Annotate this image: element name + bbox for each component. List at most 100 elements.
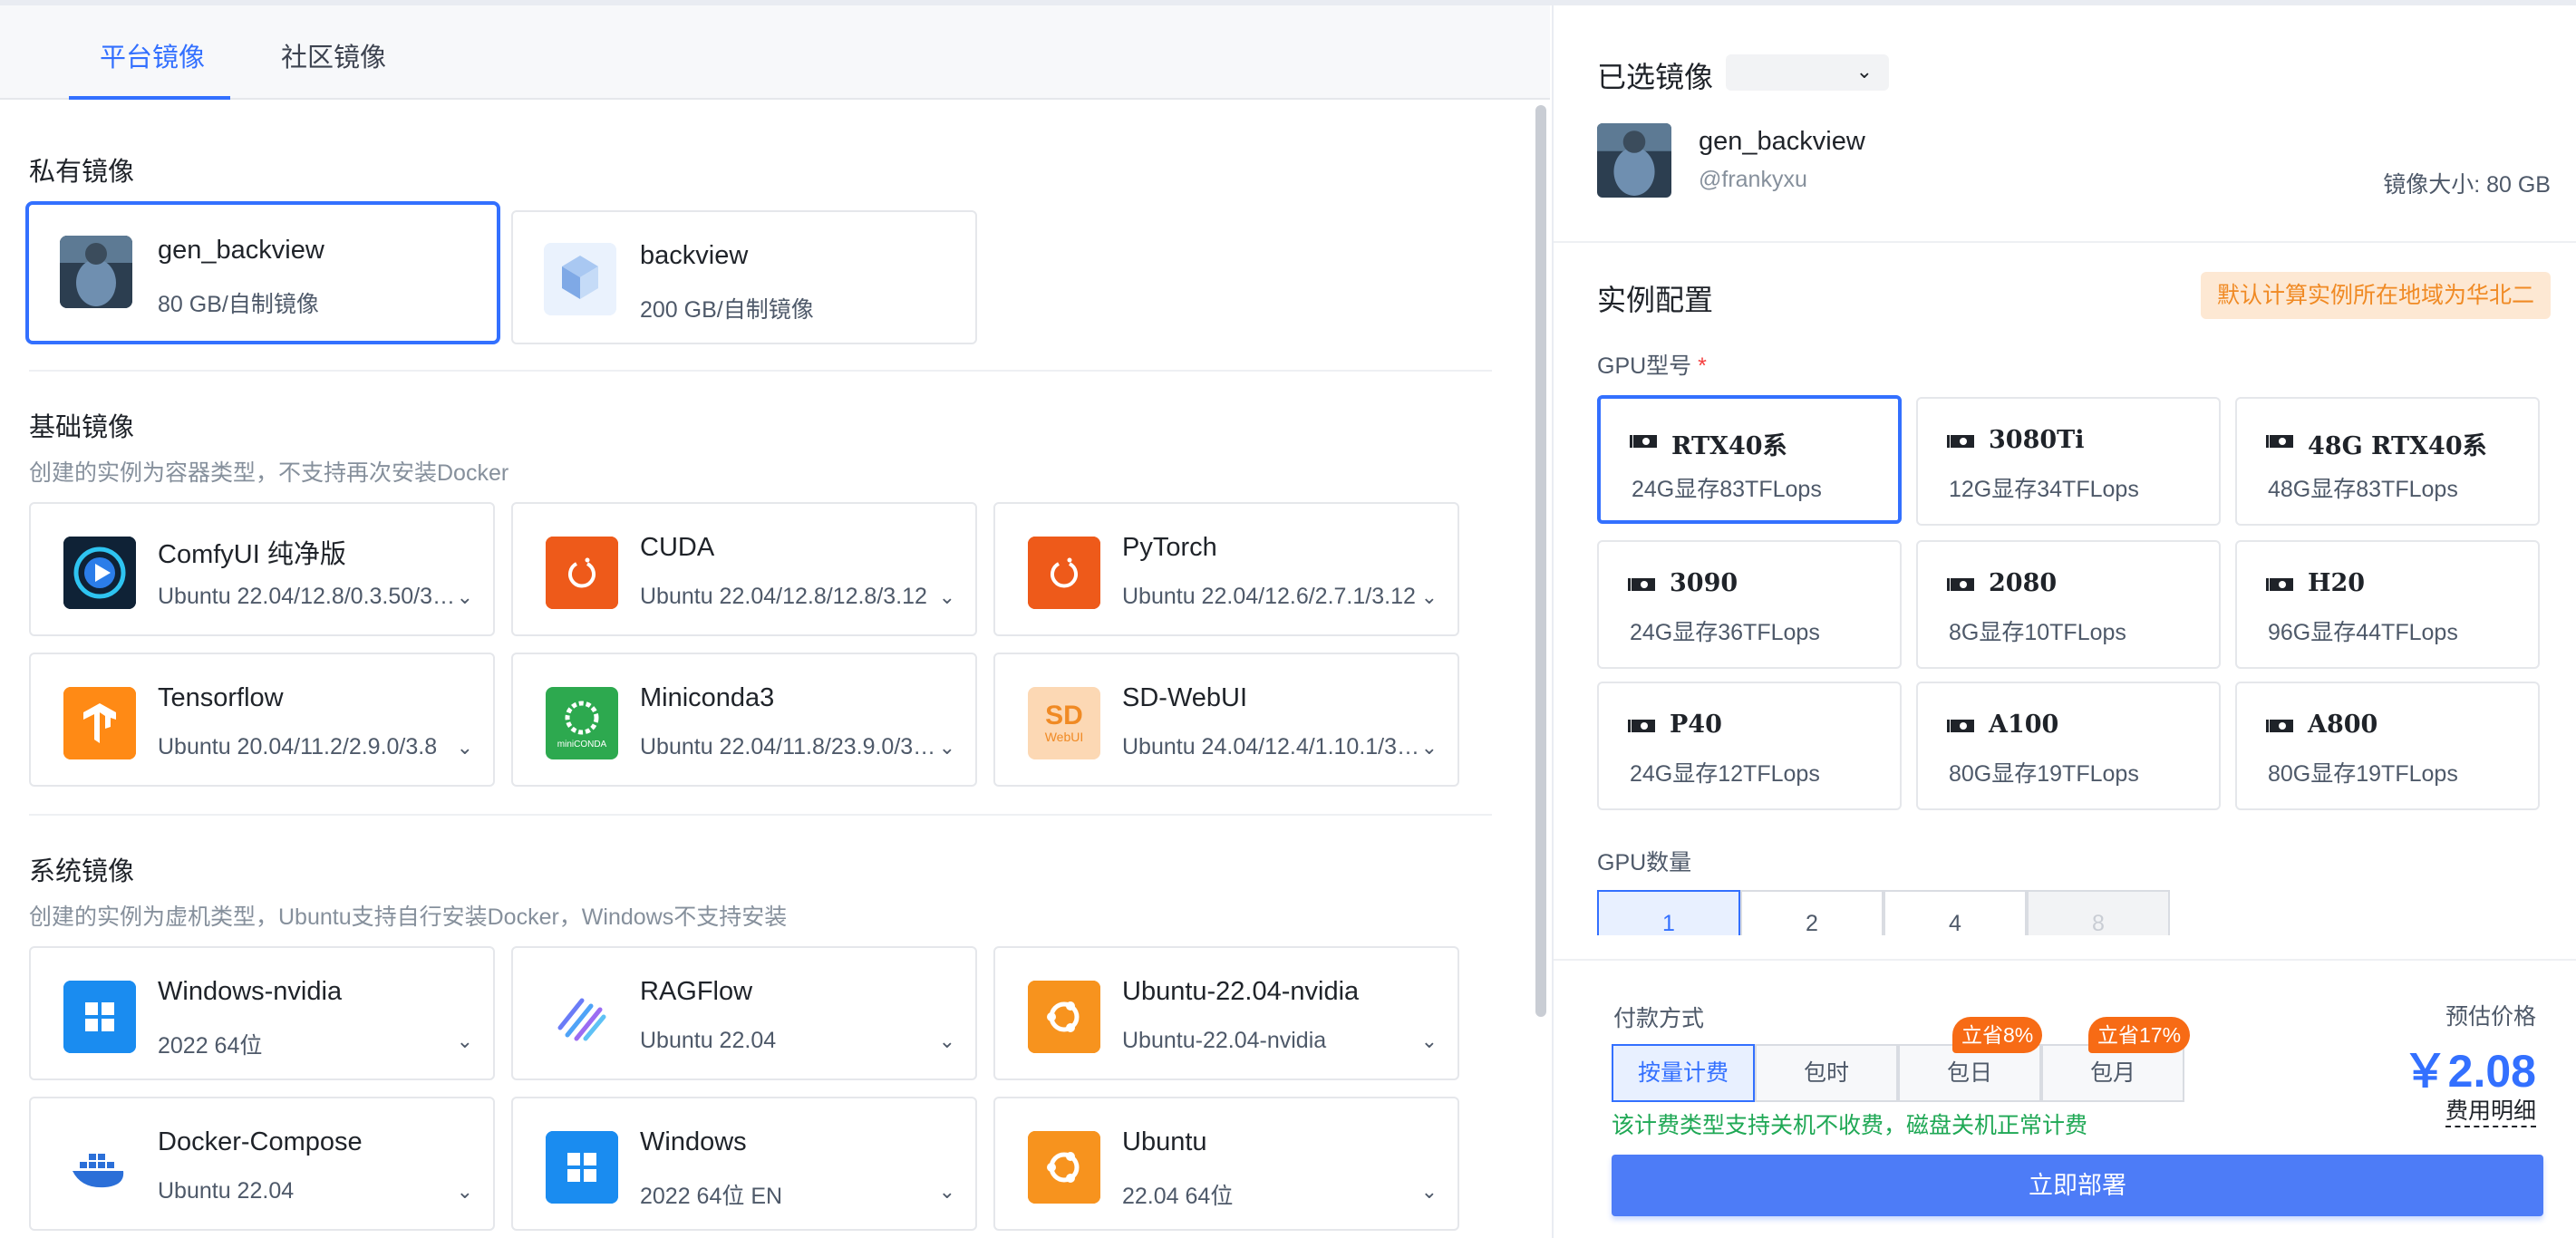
gpu-option-a100[interactable]: A100 80G显存19TFLops	[1916, 682, 2221, 810]
payment-pay-as-you-go[interactable]: 按量计费	[1612, 1044, 1755, 1102]
chevron-down-icon: ⌄	[1855, 60, 1873, 82]
gpu-count-4[interactable]: 4	[1884, 890, 2027, 935]
chevron-down-icon[interactable]: ⌄	[457, 1030, 473, 1053]
gpu-card-icon	[1947, 720, 1974, 732]
estimated-price: ￥2.08	[2402, 1046, 2536, 1097]
image-card-ubuntu[interactable]: Ubuntu 22.04 64位 ⌄	[993, 1097, 1459, 1231]
gpu-count-2[interactable]: 2	[1740, 890, 1884, 935]
gpu-spec: 96G显存44TFLops	[2268, 620, 2458, 645]
gpu-count-label: GPU数量	[1597, 850, 1692, 875]
image-version: Ubuntu-22.04-nvidia	[1122, 1028, 1327, 1053]
chevron-down-icon[interactable]: ⌄	[1421, 736, 1438, 759]
ubuntu-icon	[1028, 1131, 1100, 1204]
config-panel: 已选镜像 ⌄ gen_backview @frankyxu 镜像大小: 80 G…	[1552, 5, 2576, 1238]
image-card-docker-compose[interactable]: Docker-Compose Ubuntu 22.04 ⌄	[29, 1097, 495, 1231]
image-card-sd-webui[interactable]: SD WebUI SD-WebUI Ubuntu 24.04/12.4/1.10…	[993, 653, 1459, 787]
image-name: CUDA	[640, 533, 715, 562]
blue-blocks-thumbnail-icon	[544, 243, 616, 315]
miniconda-text: miniCONDA	[557, 739, 607, 750]
gpu-name: 3090	[1670, 569, 1738, 597]
base-images-desc: 创建的实例为容器类型，不支持再次安装Docker	[29, 460, 509, 486]
gpu-count-8: 8	[2027, 890, 2170, 935]
docker-icon	[63, 1131, 136, 1204]
chevron-down-icon[interactable]: ⌄	[939, 1030, 955, 1053]
gpu-option-rtx40[interactable]: RTX40系 24G显存83TFLops	[1597, 395, 1902, 524]
tab-platform-images[interactable]: 平台镜像	[100, 36, 205, 100]
sd-webui-icon: SD WebUI	[1028, 687, 1100, 759]
tab-community-images[interactable]: 社区镜像	[281, 36, 386, 100]
image-card-gen-backview[interactable]: gen_backview 80 GB/自制镜像	[25, 201, 500, 344]
image-card-comfyui[interactable]: ComfyUI 纯净版 Ubuntu 22.04/12.8/0.3.50/3.1…	[29, 502, 495, 636]
photo-thumbnail-icon	[60, 236, 132, 308]
gpu-option-3090[interactable]: 3090 24G显存36TFLops	[1597, 540, 1902, 669]
image-name: PyTorch	[1122, 533, 1217, 562]
image-version: Ubuntu 24.04/12.4/1.10.1/3.10	[1122, 734, 1421, 759]
fee-detail-link[interactable]: 费用明细	[2445, 1093, 2536, 1127]
gpu-name: RTX40系	[1671, 432, 1787, 460]
image-card-ragflow[interactable]: RAGFlow Ubuntu 22.04 ⌄	[511, 946, 977, 1080]
gpu-card-icon	[1630, 435, 1657, 448]
windows-icon	[546, 1131, 618, 1204]
chevron-down-icon[interactable]: ⌄	[1421, 1180, 1438, 1204]
selected-image-name: gen_backview	[1699, 127, 1865, 156]
gpu-option-a800[interactable]: A800 80G显存19TFLops	[2235, 682, 2540, 810]
payment-hourly[interactable]: 包时	[1755, 1044, 1898, 1102]
gpu-type-label-text: GPU型号	[1597, 353, 1692, 379]
payment-method-label: 付款方式	[1613, 1006, 1705, 1031]
chevron-down-icon[interactable]: ⌄	[939, 736, 955, 759]
image-card-windows-nvidia[interactable]: Windows-nvidia 2022 64位 ⌄	[29, 946, 495, 1080]
gpu-type-label: GPU型号 *	[1597, 348, 1707, 381]
gpu-spec: 24G显存12TFLops	[1630, 761, 1820, 787]
chevron-down-icon[interactable]: ⌄	[457, 585, 473, 609]
image-version: Ubuntu 22.04	[640, 1028, 777, 1053]
image-name: Windows	[640, 1127, 747, 1156]
image-tabs: 平台镜像 社区镜像	[0, 5, 1550, 100]
selected-image-owner: @frankyxu	[1699, 167, 1807, 192]
image-card-cuda[interactable]: CUDA Ubuntu 22.04/12.8/12.8/3.12 ⌄	[511, 502, 977, 636]
comfyui-icon	[63, 537, 136, 609]
webui-text: WebUI	[1044, 730, 1084, 744]
chevron-down-icon[interactable]: ⌄	[1421, 585, 1438, 609]
gpu-option-2080[interactable]: 2080 8G显存10TFLops	[1916, 540, 2221, 669]
image-name: SD-WebUI	[1122, 683, 1248, 712]
selected-image-dropdown[interactable]: ⌄	[1726, 54, 1889, 91]
image-card-windows[interactable]: Windows 2022 64位 EN ⌄	[511, 1097, 977, 1231]
image-card-backview[interactable]: backview 200 GB/自制镜像	[511, 210, 977, 344]
windows-icon	[63, 981, 136, 1053]
cuda-icon	[546, 537, 618, 609]
gpu-name: 48G RTX40系	[2308, 432, 2487, 460]
image-name: ComfyUI 纯净版	[158, 540, 346, 569]
estimated-price-label: 预估价格	[2445, 1004, 2536, 1030]
image-card-tensorflow[interactable]: Tensorflow Ubuntu 20.04/11.2/2.9.0/3.8 ⌄	[29, 653, 495, 787]
image-version: 22.04 64位	[1122, 1184, 1234, 1209]
scrollbar[interactable]	[1535, 105, 1546, 1017]
gpu-card-icon	[1947, 435, 1974, 448]
gpu-name: P40	[1670, 711, 1722, 739]
chevron-down-icon[interactable]: ⌄	[1421, 1030, 1438, 1053]
image-name: Docker-Compose	[158, 1127, 363, 1156]
image-name: backview	[640, 241, 749, 270]
gpu-option-p40[interactable]: P40 24G显存12TFLops	[1597, 682, 1902, 810]
gpu-spec: 80G显存19TFLops	[1949, 761, 2139, 787]
selected-image-thumbnail	[1597, 123, 1671, 198]
instance-config-title: 实例配置	[1597, 284, 1714, 316]
image-meta: 200 GB/自制镜像	[640, 297, 814, 323]
image-card-ubuntu-nvidia[interactable]: Ubuntu-22.04-nvidia Ubuntu-22.04-nvidia …	[993, 946, 1459, 1080]
gpu-count-1[interactable]: 1	[1597, 890, 1740, 935]
gpu-option-3080ti[interactable]: 3080Ti 12G显存34TFLops	[1916, 397, 2221, 526]
discount-badge-daily: 立省8%	[1952, 1017, 2043, 1053]
gpu-option-h20[interactable]: H20 96G显存44TFLops	[2235, 540, 2540, 669]
deploy-button[interactable]: 立即部署	[1612, 1155, 2543, 1216]
image-card-miniconda3[interactable]: miniCONDA Miniconda3 Ubuntu 22.04/11.8/2…	[511, 653, 977, 787]
chevron-down-icon[interactable]: ⌄	[939, 585, 955, 609]
chevron-down-icon[interactable]: ⌄	[939, 1180, 955, 1204]
region-note-badge: 默认计算实例所在地域为华北二	[2200, 272, 2551, 319]
section-divider	[29, 814, 1492, 816]
chevron-down-icon[interactable]: ⌄	[457, 736, 473, 759]
billing-note: 该计费类型支持关机不收费，磁盘关机正常计费	[1612, 1113, 2088, 1138]
chevron-down-icon[interactable]: ⌄	[457, 1180, 473, 1204]
image-card-pytorch[interactable]: PyTorch Ubuntu 22.04/12.6/2.7.1/3.12 ⌄	[993, 502, 1459, 636]
gpu-card-icon	[1628, 720, 1655, 732]
gpu-option-48g-rtx40[interactable]: 48G RTX40系 48G显存83TFLops	[2235, 397, 2540, 526]
image-name: Tensorflow	[158, 683, 284, 712]
